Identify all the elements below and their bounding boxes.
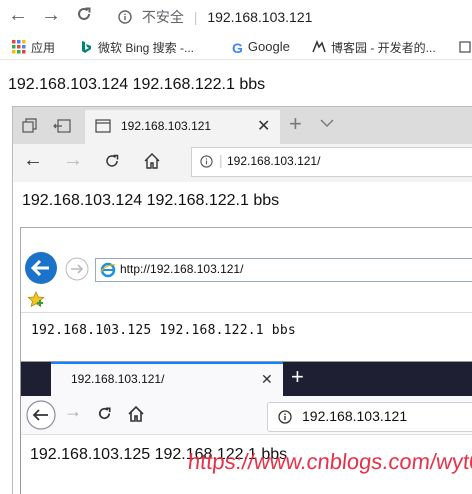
reload-icon[interactable]	[75, 5, 93, 28]
home-icon[interactable]	[127, 405, 145, 428]
back-arrow-icon[interactable]: ←	[8, 4, 28, 27]
ie-url-text[interactable]: http://192.168.103.121/	[120, 262, 243, 276]
chevron-down-icon[interactable]	[319, 116, 335, 134]
info-icon[interactable]	[200, 155, 213, 173]
apps-grid-icon	[12, 40, 26, 54]
close-icon[interactable]: ✕	[257, 116, 270, 136]
firefox-tab-title: 192.168.103.121/	[71, 372, 165, 386]
forward-arrow-icon[interactable]: →	[64, 401, 82, 422]
bookmark-overflow-icon[interactable]	[458, 40, 472, 54]
reload-icon[interactable]	[103, 152, 121, 175]
favorites-star-icon[interactable]	[27, 291, 45, 314]
bing-icon	[79, 40, 93, 54]
url-separator: |	[193, 9, 198, 25]
tab-actions-icon[interactable]	[22, 118, 38, 139]
set-aside-tabs-icon[interactable]	[53, 118, 71, 139]
edge-address-bar[interactable]: | 192.168.103.121/	[191, 147, 472, 177]
security-label: 不安全	[141, 9, 184, 25]
firefox-url-text[interactable]: 192.168.103.121	[302, 408, 407, 424]
back-button[interactable]	[24, 251, 58, 290]
bookmark-label: Google	[247, 39, 290, 54]
url-separator: |	[219, 152, 223, 168]
bookmark-cnblogs[interactable]: 博客园 - 开发者的...	[312, 39, 436, 56]
new-tab-icon[interactable]: +	[291, 364, 304, 390]
page-icon	[95, 119, 111, 138]
edge-page-text: 192.168.103.124 192.168.122.1 bbs	[22, 192, 280, 209]
edge-tab-title: 192.168.103.121	[121, 119, 212, 133]
ie-page-icon	[100, 262, 116, 283]
bookmark-apps[interactable]: 应用	[12, 39, 55, 56]
firefox-tab-bar: 192.168.103.121/ ✕ +	[21, 362, 472, 396]
new-tab-icon[interactable]: +	[289, 111, 302, 137]
info-icon[interactable]	[278, 410, 292, 429]
close-icon[interactable]: ✕	[261, 371, 273, 388]
chrome-toolbar: ← → 不安全 | 192.168.103.121	[0, 0, 472, 33]
ie-address-bar[interactable]: http://192.168.103.121/	[95, 258, 472, 282]
back-arrow-icon[interactable]: ←	[23, 149, 43, 172]
forward-arrow-icon[interactable]: →	[63, 149, 83, 172]
edge-tab-bar: 192.168.103.121 ✕ +	[13, 107, 472, 144]
chrome-page-text: 192.168.103.124 192.168.122.1 bbs	[8, 76, 266, 93]
forward-arrow-icon[interactable]: →	[41, 4, 61, 27]
firefox-address-bar[interactable]: 192.168.103.121	[267, 402, 472, 432]
ie-toolbar: http://192.168.103.121/	[21, 228, 472, 289]
home-icon[interactable]	[143, 152, 161, 175]
edge-url-text[interactable]: 192.168.103.121/	[227, 154, 320, 168]
bookmark-label: 应用	[31, 41, 56, 55]
firefox-tab[interactable]: 192.168.103.121/ ✕	[51, 362, 283, 396]
forward-button[interactable]	[65, 257, 89, 286]
chrome-address-bar[interactable]: 不安全 | 192.168.103.121	[118, 7, 312, 27]
info-icon[interactable]	[118, 9, 136, 25]
ie-favorites-bar	[21, 288, 472, 313]
watermark-text: https://www.cnblogs.com/wyt007/	[186, 449, 472, 474]
ie-page-text: 192.168.103.125 192.168.122.1 bbs	[31, 323, 296, 338]
reload-icon[interactable]	[96, 405, 113, 427]
bookmark-google[interactable]: G Google	[232, 39, 290, 56]
bookmark-label: 博客园 - 开发者的...	[331, 41, 436, 55]
cnblogs-icon	[312, 39, 326, 54]
bookmark-label: 微软 Bing 搜索 -...	[98, 41, 195, 55]
chrome-url-text[interactable]: 192.168.103.121	[207, 9, 312, 25]
google-icon: G	[232, 40, 243, 56]
edge-tab[interactable]: 192.168.103.121 ✕	[85, 110, 280, 144]
back-button[interactable]	[25, 399, 57, 436]
bookmark-bing[interactable]: 微软 Bing 搜索 -...	[79, 39, 194, 56]
